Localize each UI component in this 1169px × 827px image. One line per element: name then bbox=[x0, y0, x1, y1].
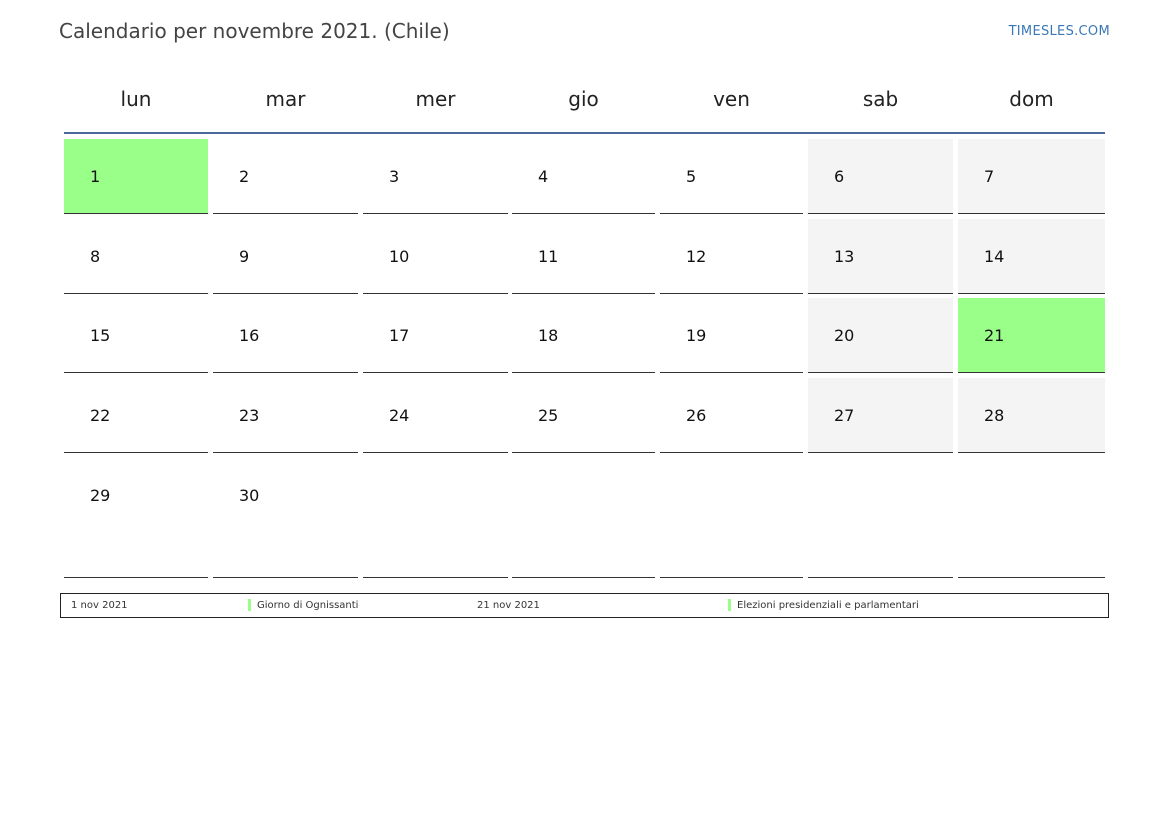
empty-day-cell bbox=[363, 458, 508, 578]
day-number: 19 bbox=[686, 326, 707, 345]
day-cell-1[interactable]: 1 bbox=[64, 139, 208, 214]
legend-date: 21 nov 2021 bbox=[477, 600, 540, 611]
weekday-mer: mer bbox=[415, 87, 456, 111]
day-number: 14 bbox=[984, 247, 1005, 266]
day-cell-24[interactable]: 24 bbox=[363, 378, 508, 453]
day-number: 29 bbox=[90, 486, 111, 505]
weekday-mar: mar bbox=[265, 87, 306, 111]
page-title: Calendario per novembre 2021. (Chile) bbox=[59, 19, 450, 43]
day-cell-8[interactable]: 8 bbox=[64, 219, 208, 294]
day-number: 21 bbox=[984, 326, 1005, 345]
day-number: 5 bbox=[686, 167, 697, 186]
empty-day-cell bbox=[660, 458, 803, 578]
day-number: 16 bbox=[239, 326, 260, 345]
day-cell-5[interactable]: 5 bbox=[660, 139, 803, 214]
day-cell-28[interactable]: 28 bbox=[958, 378, 1105, 453]
day-number: 17 bbox=[389, 326, 410, 345]
empty-day-cell bbox=[808, 458, 953, 578]
day-number: 26 bbox=[686, 406, 707, 425]
weekday-gio: gio bbox=[568, 87, 599, 111]
day-cell-29[interactable]: 29 bbox=[64, 458, 208, 578]
legend-holiday-name: Elezioni presidenziali e parlamentari bbox=[737, 600, 919, 611]
day-number: 13 bbox=[834, 247, 855, 266]
empty-day-cell bbox=[512, 458, 655, 578]
day-number: 23 bbox=[239, 406, 260, 425]
day-number: 24 bbox=[389, 406, 410, 425]
day-number: 25 bbox=[538, 406, 559, 425]
day-cell-10[interactable]: 10 bbox=[363, 219, 508, 294]
day-number: 27 bbox=[834, 406, 855, 425]
legend-holiday-name: Giorno di Ognissanti bbox=[257, 600, 359, 611]
day-number: 22 bbox=[90, 406, 111, 425]
day-cell-23[interactable]: 23 bbox=[213, 378, 358, 453]
day-cell-11[interactable]: 11 bbox=[512, 219, 655, 294]
day-number: 2 bbox=[239, 167, 250, 186]
day-cell-6[interactable]: 6 bbox=[808, 139, 953, 214]
day-cell-13[interactable]: 13 bbox=[808, 219, 953, 294]
day-cell-22[interactable]: 22 bbox=[64, 378, 208, 453]
day-number: 8 bbox=[90, 247, 101, 266]
day-number: 11 bbox=[538, 247, 559, 266]
empty-day-cell bbox=[958, 458, 1105, 578]
day-number: 30 bbox=[239, 486, 260, 505]
day-number: 3 bbox=[389, 167, 400, 186]
weekday-header: lun mar mer gio ven sab dom bbox=[64, 80, 1105, 134]
day-number: 1 bbox=[90, 167, 101, 186]
weekday-lun: lun bbox=[120, 87, 152, 111]
day-number: 4 bbox=[538, 167, 549, 186]
day-cell-16[interactable]: 16 bbox=[213, 298, 358, 373]
day-cell-4[interactable]: 4 bbox=[512, 139, 655, 214]
day-cell-7[interactable]: 7 bbox=[958, 139, 1105, 214]
holiday-legend: 1 nov 2021 Giorno di Ognissanti 21 nov 202… bbox=[60, 593, 1109, 618]
day-number: 7 bbox=[984, 167, 995, 186]
day-cell-20[interactable]: 20 bbox=[808, 298, 953, 373]
day-cell-2[interactable]: 2 bbox=[213, 139, 358, 214]
day-cell-3[interactable]: 3 bbox=[363, 139, 508, 214]
day-cell-15[interactable]: 15 bbox=[64, 298, 208, 373]
weekday-dom: dom bbox=[1009, 87, 1054, 111]
day-cell-12[interactable]: 12 bbox=[660, 219, 803, 294]
day-cell-19[interactable]: 19 bbox=[660, 298, 803, 373]
day-cell-18[interactable]: 18 bbox=[512, 298, 655, 373]
day-number: 20 bbox=[834, 326, 855, 345]
day-number: 6 bbox=[834, 167, 845, 186]
legend-date: 1 nov 2021 bbox=[71, 600, 128, 611]
day-number: 12 bbox=[686, 247, 707, 266]
day-cell-14[interactable]: 14 bbox=[958, 219, 1105, 294]
weekday-sab: sab bbox=[862, 87, 899, 111]
day-number: 28 bbox=[984, 406, 1005, 425]
day-number: 18 bbox=[538, 326, 559, 345]
day-number: 9 bbox=[239, 247, 250, 266]
day-cell-30[interactable]: 30 bbox=[213, 458, 358, 578]
day-cell-9[interactable]: 9 bbox=[213, 219, 358, 294]
day-number: 15 bbox=[90, 326, 111, 345]
day-cell-17[interactable]: 17 bbox=[363, 298, 508, 373]
day-cell-21[interactable]: 21 bbox=[958, 298, 1105, 373]
day-cell-25[interactable]: 25 bbox=[512, 378, 655, 453]
day-cell-27[interactable]: 27 bbox=[808, 378, 953, 453]
day-number: 10 bbox=[389, 247, 410, 266]
site-link[interactable]: TIMESLES.COM bbox=[1009, 24, 1110, 39]
weekday-ven: ven bbox=[713, 87, 750, 111]
day-cell-26[interactable]: 26 bbox=[660, 378, 803, 453]
